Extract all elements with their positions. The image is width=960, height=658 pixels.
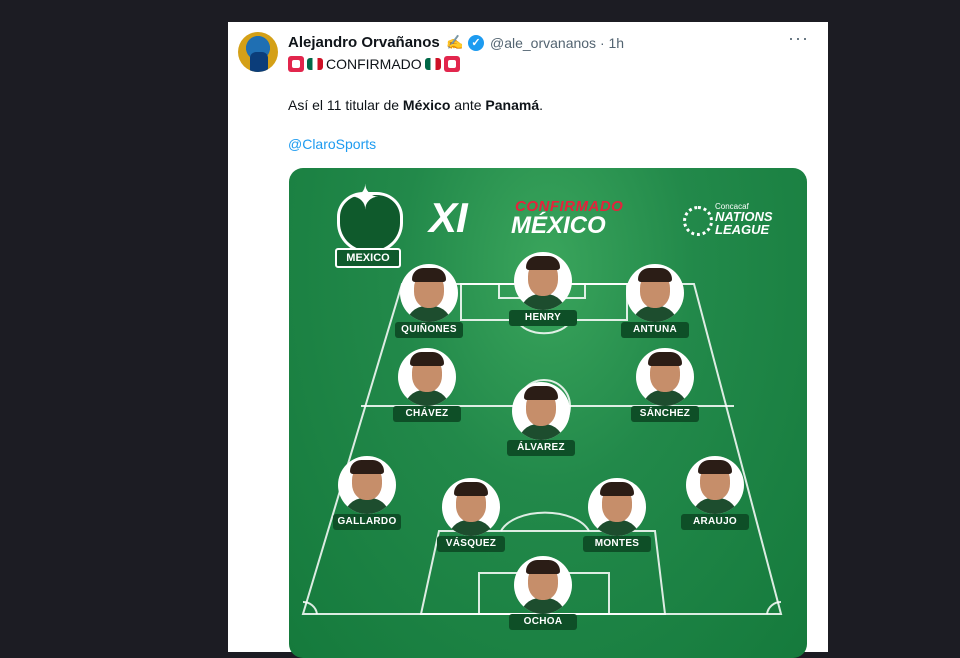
author-avatar[interactable]	[238, 32, 278, 72]
author-handle[interactable]: @ale_orvananos · 1h	[490, 35, 624, 51]
title-mexico: MÉXICO	[511, 212, 606, 239]
player-card: SÁNCHEZ	[631, 348, 701, 428]
crest-label: MEXICO	[335, 248, 401, 268]
player-photo	[588, 478, 646, 536]
player-photo	[338, 456, 396, 514]
team-panama: Panamá	[485, 97, 540, 113]
player-card: QUIÑONES	[395, 264, 465, 344]
player-name: ÁLVAREZ	[507, 440, 575, 456]
title-xi: XI	[429, 194, 468, 241]
league-name: NATIONS LEAGUE	[715, 209, 773, 237]
mention-link[interactable]: @ClaroSports	[288, 136, 376, 152]
player-card: OCHOA	[509, 556, 579, 636]
author-name[interactable]: Alejandro Orvañanos	[288, 34, 440, 51]
mexico-flag-icon	[307, 58, 323, 70]
player-name: SÁNCHEZ	[631, 406, 699, 422]
player-card: CHÁVEZ	[393, 348, 463, 428]
player-name: VÁSQUEZ	[437, 536, 505, 552]
siren-icon	[443, 56, 460, 72]
player-name: CHÁVEZ	[393, 406, 461, 422]
player-name: QUIÑONES	[395, 322, 463, 338]
team-mexico: México	[402, 97, 451, 113]
player-card: MONTES	[583, 478, 653, 558]
player-photo	[626, 264, 684, 322]
player-card: GALLARDO	[333, 456, 403, 536]
pen-icon: ✍	[446, 34, 464, 50]
body-text: .	[539, 97, 544, 113]
tweet-headline: CONFIRMADO	[288, 56, 460, 72]
body-text: Así el 11 titular de	[288, 97, 403, 113]
mexico-flag-icon	[424, 58, 441, 70]
tweet-card: Alejandro Orvañanos ✍ ✓ @ale_orvananos ·…	[228, 22, 828, 658]
player-card: HENRY	[509, 252, 579, 332]
player-name: GALLARDO	[333, 514, 401, 530]
player-card: ARAUJO	[681, 456, 751, 536]
player-name: ARAUJO	[681, 514, 749, 530]
player-photo	[636, 348, 694, 406]
player-photo	[398, 348, 456, 406]
siren-icon	[288, 56, 304, 72]
player-photo	[442, 478, 500, 536]
more-options-icon[interactable]: ···	[788, 28, 809, 49]
player-name: OCHOA	[509, 614, 577, 630]
player-card: VÁSQUEZ	[437, 478, 507, 558]
player-photo	[400, 264, 458, 322]
lineup-image[interactable]: ✦ MEXICO XI CONFIRMADO MÉXICO Concacaf N…	[289, 168, 807, 658]
player-name: ANTUNA	[621, 322, 689, 338]
player-photo	[512, 382, 570, 440]
player-photo	[514, 252, 572, 310]
player-name: HENRY	[509, 310, 577, 326]
mexico-crest-logo: ✦ MEXICO	[333, 176, 403, 268]
verified-check-icon[interactable]: ✓	[468, 35, 484, 51]
player-name: MONTES	[583, 536, 651, 552]
player-photo	[514, 556, 572, 614]
player-photo	[686, 456, 744, 514]
headline-text: CONFIRMADO	[326, 56, 422, 72]
tweet-body: Así el 11 titular de México ante Panamá.	[288, 97, 543, 113]
body-text: ante	[450, 97, 486, 113]
player-card: ANTUNA	[621, 264, 691, 344]
player-card: ÁLVAREZ	[507, 382, 577, 462]
